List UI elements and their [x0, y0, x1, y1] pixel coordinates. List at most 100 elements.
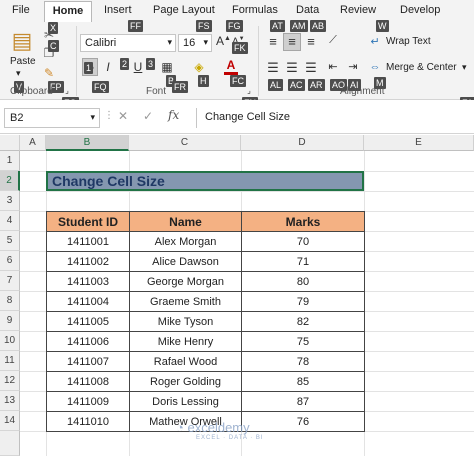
- tab-page-layout[interactable]: Page Layout: [153, 4, 215, 20]
- row-header-5[interactable]: 5: [0, 231, 20, 251]
- marks-cell[interactable]: 79: [241, 291, 365, 312]
- align-right-icon[interactable]: ☰: [302, 60, 320, 76]
- marks-cell[interactable]: 82: [241, 311, 365, 332]
- name-cell[interactable]: Doris Lessing: [129, 391, 242, 412]
- merge-center-icon[interactable]: ⇔: [368, 61, 382, 73]
- paste-dropdown-icon[interactable]: ▾: [16, 68, 21, 79]
- header-student-id[interactable]: Student ID: [46, 211, 130, 232]
- align-left-icon[interactable]: ☰: [264, 60, 282, 76]
- student-id-cell[interactable]: 1411004: [46, 291, 130, 312]
- table-row: 1411005 Mike Tyson 82: [46, 311, 365, 332]
- row-header-13[interactable]: 13: [0, 391, 20, 411]
- insert-function-button[interactable]: fx: [168, 108, 179, 122]
- row-header-11[interactable]: 11: [0, 351, 20, 371]
- grow-font-icon[interactable]: A▲: [216, 34, 231, 48]
- row-header-12[interactable]: 12: [0, 371, 20, 391]
- font-name-box[interactable]: Calibri ▾: [80, 34, 176, 52]
- tab-insert[interactable]: Insert: [104, 4, 132, 20]
- row-header-10[interactable]: 10: [0, 331, 20, 351]
- tab-review[interactable]: Review: [340, 4, 376, 20]
- marks-cell[interactable]: 71: [241, 251, 365, 272]
- fill-color-icon[interactable]: ◈: [192, 60, 206, 74]
- formula-input[interactable]: Change Cell Size: [196, 108, 474, 128]
- row-header-7[interactable]: 7: [0, 271, 20, 291]
- middle-align-icon[interactable]: ≡: [283, 33, 301, 51]
- increase-indent-icon[interactable]: ⇥: [344, 60, 362, 73]
- sheet-title: Change Cell Size: [52, 173, 165, 189]
- column-header-d[interactable]: D: [241, 135, 364, 151]
- top-align-icon[interactable]: ≡: [264, 34, 282, 49]
- name-cell[interactable]: Mike Tyson: [129, 311, 242, 332]
- row-header-4[interactable]: 4: [0, 211, 20, 231]
- marks-cell[interactable]: 78: [241, 351, 365, 372]
- tab-file[interactable]: File: [12, 4, 30, 20]
- table-row: 1411006 Mike Henry 75: [46, 331, 365, 352]
- row-header-8[interactable]: 8: [0, 291, 20, 311]
- name-cell[interactable]: Mike Henry: [129, 331, 242, 352]
- student-id-cell[interactable]: 1411007: [46, 351, 130, 372]
- column-header-e[interactable]: E: [364, 135, 474, 151]
- column-header-a[interactable]: A: [20, 135, 46, 151]
- paste-button[interactable]: Paste: [10, 56, 36, 67]
- student-id-cell[interactable]: 1411010: [46, 411, 130, 432]
- marks-cell[interactable]: 75: [241, 331, 365, 352]
- clipboard-launcher-icon[interactable]: ⌟: [62, 86, 72, 95]
- merge-center-button[interactable]: Merge & Center: [386, 62, 457, 73]
- bottom-align-icon[interactable]: ≡: [302, 34, 320, 49]
- row-header-9[interactable]: 9: [0, 311, 20, 331]
- name-cell[interactable]: George Morgan: [129, 271, 242, 292]
- underline-button[interactable]: U: [132, 60, 144, 74]
- borders-icon[interactable]: ▦: [160, 60, 174, 74]
- name-cell[interactable]: Alex Morgan: [129, 231, 242, 252]
- student-id-cell[interactable]: 1411002: [46, 251, 130, 272]
- student-id-cell[interactable]: 1411005: [46, 311, 130, 332]
- decrease-indent-icon[interactable]: ⇤: [324, 60, 342, 73]
- marks-cell[interactable]: 70: [241, 231, 365, 252]
- student-id-cell[interactable]: 1411001: [46, 231, 130, 252]
- student-id-cell[interactable]: 1411009: [46, 391, 130, 412]
- column-header-c[interactable]: C: [129, 135, 241, 151]
- name-cell[interactable]: Roger Golding: [129, 371, 242, 392]
- row-header-1[interactable]: 1: [0, 151, 20, 171]
- select-all-corner[interactable]: [0, 135, 20, 151]
- format-painter-icon[interactable]: ✎: [42, 66, 56, 80]
- cancel-icon[interactable]: ✕: [118, 109, 128, 123]
- row-header-15[interactable]: [0, 431, 20, 456]
- selected-title-cell[interactable]: Change Cell Size: [46, 171, 364, 191]
- name-cell[interactable]: Graeme Smith: [129, 291, 242, 312]
- name-cell[interactable]: Rafael Wood: [129, 351, 242, 372]
- chevron-down-icon[interactable]: ▾: [462, 62, 467, 73]
- paste-icon[interactable]: ▤: [8, 28, 36, 54]
- student-id-cell[interactable]: 1411008: [46, 371, 130, 392]
- italic-button[interactable]: I: [102, 60, 114, 74]
- marks-cell[interactable]: 87: [241, 391, 365, 412]
- align-center-icon[interactable]: ☰: [283, 60, 301, 76]
- tab-developer[interactable]: Develop: [400, 4, 440, 20]
- marks-cell[interactable]: 85: [241, 371, 365, 392]
- font-size-box[interactable]: 16 ▾: [178, 34, 212, 52]
- row-header-2[interactable]: 2: [0, 171, 20, 191]
- column-header-b[interactable]: B: [46, 135, 129, 151]
- tab-formulas[interactable]: Formulas: [232, 4, 278, 20]
- tab-data[interactable]: Data: [296, 4, 319, 20]
- student-id-cell[interactable]: 1411003: [46, 271, 130, 292]
- keytip-font-name: FF: [128, 20, 143, 32]
- header-marks[interactable]: Marks: [241, 211, 365, 232]
- tab-home[interactable]: Home: [44, 1, 92, 22]
- font-launcher-icon[interactable]: ⌟: [244, 86, 254, 95]
- enter-icon[interactable]: ✓: [143, 109, 153, 123]
- font-color-icon[interactable]: A: [224, 59, 238, 75]
- header-name[interactable]: Name: [129, 211, 242, 232]
- row-header-3[interactable]: 3: [0, 191, 20, 211]
- row-header-14[interactable]: 14: [0, 411, 20, 431]
- name-box[interactable]: B2 ▾: [4, 108, 100, 128]
- orientation-icon[interactable]: ⟋: [324, 34, 342, 47]
- row-header-6[interactable]: 6: [0, 251, 20, 271]
- alignment-group-label: Alignment: [340, 86, 385, 97]
- marks-cell[interactable]: 80: [241, 271, 365, 292]
- student-id-cell[interactable]: 1411006: [46, 331, 130, 352]
- keytip-align-center: AC: [288, 79, 305, 91]
- wrap-text-button[interactable]: Wrap Text: [386, 36, 431, 47]
- wrap-text-icon[interactable]: ↵: [368, 35, 382, 48]
- name-cell[interactable]: Alice Dawson: [129, 251, 242, 272]
